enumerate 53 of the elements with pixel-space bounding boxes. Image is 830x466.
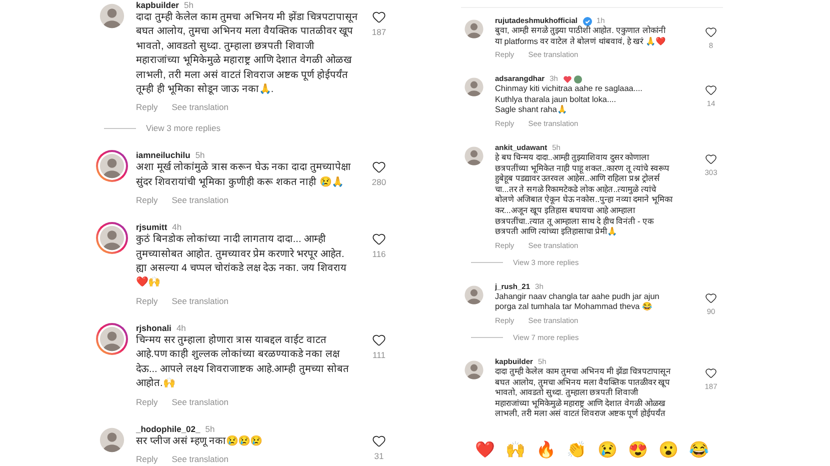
comment-text: दादा तुम्ही केलेल काम तुमचा अभिनय मी झेंडा चित्रपटापासून बघत आलोय, तुमचा अभिनय मला वैयक्तिक पातळीवर खूप भावतो, आवडतो सुध्दा. तुम्हाला छत्रपती शिवाजी महाराजांच्या भूमिकेमुळे महाराष्ट्र आणि देशात वेगळी ओळख लाभली, तरी मला असं वाटतं शिवराज अष्टक पूर्ण होईपर्यंत तूम्ही ही भूमिका सोडून जाऊ नका🙏. (136, 11, 359, 98)
comment-text: कुठं बिनडोक लोकांच्या नादी लागताय दादा... आम्ही तुमच्यासोबत आहोत. तुमच्यावर प्रेम करणारे भरपूर आहेत. ह्या असल्या 4 चप्पल चोरांकडे लक्ष देऊ नका. जय शिवराय ❤🙌 (136, 233, 348, 290)
username[interactable]: rjsumitt (136, 222, 168, 234)
emoji-reaction[interactable]: 😍 (628, 443, 648, 459)
comment-text: Jahangir naav changla tar aahe pudh jar ajun porga zal tumhala tar Mohammad theva 😂 (495, 292, 660, 313)
comment-text: बुवा, आम्ही सगळे तुझ्या पाठीशी आहोत. एकुणात लोकांनी या platforms वर वाटेल ते बोलणं थांबवावं, हे खरं 🙏❤ (495, 26, 667, 48)
like-count: 111 (372, 350, 386, 361)
reply-link[interactable]: Reply (136, 102, 158, 114)
comment-text: दादा तुम्ही केलेल काम तुमचा अभिनय मी झेंडा चित्रपटापासून बघत आलोय, तुमचा अभिनय मला वैयक्तिक पातळीवर खूप भावतो, आवडतो सुध्दा. तुम्हाला छत्रपती शिवाजी महाराजांच्या भूमिकेमुळे महाराष्ट्र आणि देशात वेगळी ओळख लाभली, तरी मला असं वाटतं शिवराज अष्टक पूर्ण होईपर्यंत (495, 366, 672, 420)
comment-text: चिन्मय सर तुम्हाला होणारा त्रास याबद्दल वाईट वाटत आहे.पण काही शुल्लक लोकांच्या बरळण्याकडे नका लक्ष देऊ... आपले लक्ष्य शिवराजाष्टक आहे.आम्ही तुमच्या सोबत आहोत.🙌 (136, 334, 350, 392)
like-heart-icon[interactable] (705, 292, 717, 304)
avatar[interactable] (463, 18, 485, 40)
emoji-reaction[interactable]: 😢 (597, 443, 618, 459)
comment-time: 4h (172, 222, 182, 233)
reply-link[interactable]: Reply (136, 195, 158, 206)
like-count: 116 (372, 249, 386, 260)
like-heart-icon[interactable] (372, 332, 386, 347)
see-translation-link[interactable]: See translation (172, 195, 228, 206)
like-heart-icon[interactable] (372, 10, 386, 24)
comment-time: 5h (205, 424, 215, 434)
like-heart-icon[interactable] (705, 26, 717, 38)
like-count: 31 (374, 450, 384, 462)
username[interactable]: _hodophile_02_ (136, 424, 200, 434)
see-translation-link[interactable]: See translation (172, 396, 228, 408)
reply-link[interactable]: Reply (136, 296, 158, 307)
like-heart-icon[interactable] (372, 232, 386, 246)
comment-text: अशा मूर्ख लोकांमुळे त्रास करून घेऊ नका दादा तुमच्यापेक्षा सुंदर शिवरायांची भूमिका कुणीही करू शकत नाही 😢🙏 (136, 161, 352, 190)
view-replies-link[interactable]: View 3 more replies (146, 123, 220, 134)
comment-time: 4h (176, 322, 186, 334)
username[interactable]: kapbuilder (136, 0, 179, 11)
emoji-reaction[interactable]: 😮 (658, 443, 678, 459)
emoji-reaction[interactable]: 😂 (688, 443, 709, 459)
comment-text: Chinmay kiti vichitraa aahe re saglaaa.... Kuthlya tharala jaun boltat loka.... Sagle shant raha🙏 (495, 84, 644, 116)
like-count: 187 (372, 27, 386, 38)
like-heart-icon[interactable] (372, 434, 386, 448)
like-heart-icon[interactable] (705, 366, 717, 379)
comment-text: सर प्लीज असं म्हणू नका😢😢😢 (136, 434, 264, 449)
like-heart-icon[interactable] (372, 160, 386, 174)
reply-link[interactable]: Reply (136, 454, 158, 465)
emoji-reaction[interactable]: 🔥 (536, 443, 556, 459)
see-translation-link[interactable]: See translation (172, 296, 228, 307)
see-translation-link[interactable]: See translation (172, 454, 228, 465)
see-translation-link[interactable]: See translation (172, 102, 228, 114)
comment-text: हे बघ चिन्मय दादा..आम्ही तुझ्याशिवाय दुसर कोणाला छत्रपतींच्या भूमिकेत नाही पाहू शकत..कारण तू त्यांचे स्वरूप हुबेहूब पडद्यावर उतरवल आहेस..आणि राहिला प्रश्न ट्रोलर्स चा...तर ते सगळे रिकामटेकडे लोक आहेत..त्यामुळे त्यांचे बोलणे अजिबात ऐकून घेऊ नकोस..पुन्हा नव्या दमाने भूमिका कर...अजून खूप इतिहास बघायचा आहे आम्हाला छत्रपतींचा..त्यात तू आम्हाला साथ दे हीच विनंती - एक छत्रपती आणि त्यांच्या इतिहासाचा प्रेमी🙏 (495, 152, 674, 238)
emoji-reaction[interactable]: ❤ (475, 443, 495, 459)
like-heart-icon[interactable] (705, 84, 717, 96)
comment-time: 5h (195, 150, 205, 161)
username[interactable]: rjshonali (136, 322, 172, 334)
like-count: 280 (372, 177, 386, 188)
comment-time: 5h (184, 0, 194, 11)
reply-link[interactable]: Reply (136, 396, 158, 408)
username[interactable]: iamneiluchilu (136, 150, 190, 162)
like-heart-icon[interactable] (705, 152, 717, 165)
